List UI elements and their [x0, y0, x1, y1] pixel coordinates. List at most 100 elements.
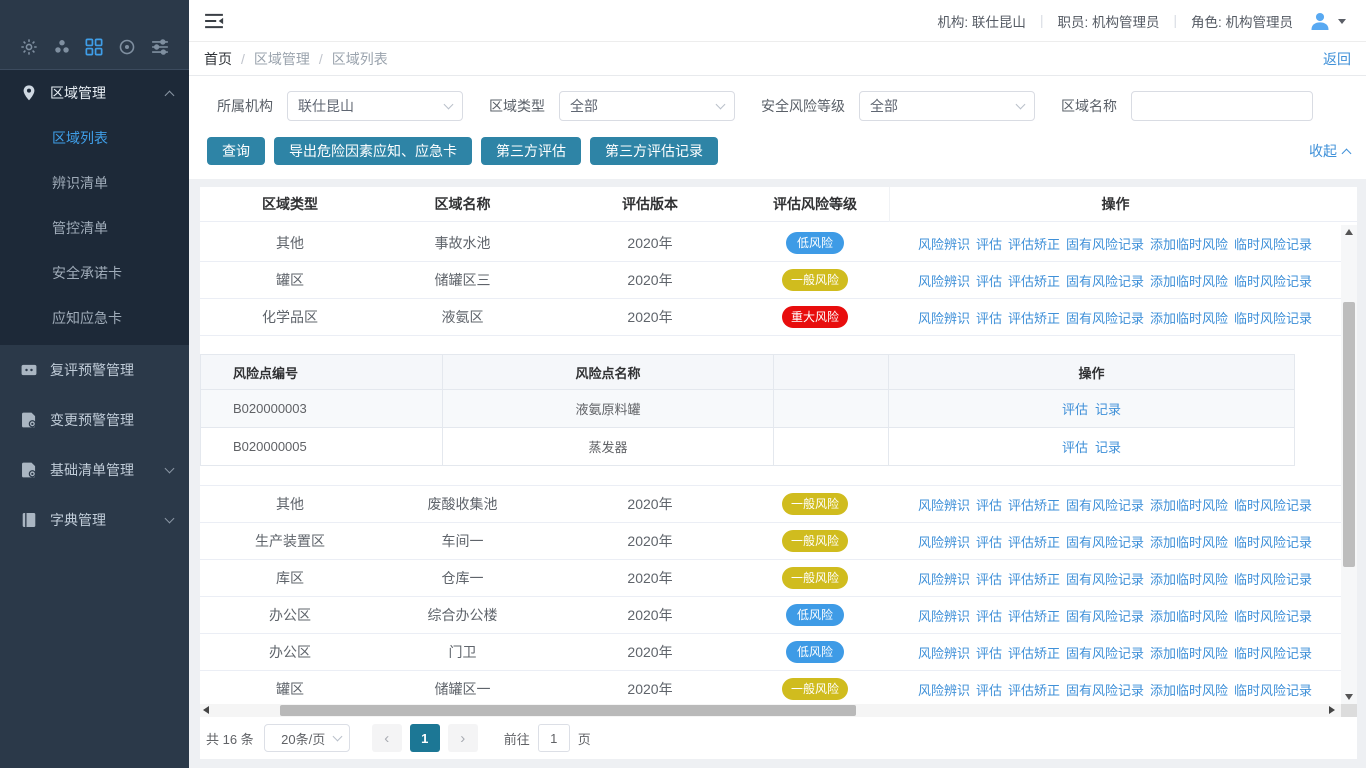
- collapse-toggle[interactable]: 收起: [1309, 141, 1350, 161]
- op-link-risk-identify[interactable]: 风险辨识: [918, 271, 970, 290]
- op-link-risk-identify[interactable]: 风险辨识: [918, 606, 970, 625]
- op-link-eval-correct[interactable]: 评估矫正: [1008, 308, 1060, 327]
- op-link-evaluate[interactable]: 评估: [976, 271, 1002, 290]
- third-party-eval-record-button[interactable]: 第三方评估记录: [590, 137, 718, 165]
- op-link-temp-risk-record[interactable]: 临时风险记录: [1234, 569, 1312, 588]
- op-link-risk-identify[interactable]: 风险辨识: [918, 643, 970, 662]
- op-link-evaluate[interactable]: 评估: [976, 569, 1002, 588]
- op-link-eval-correct[interactable]: 评估矫正: [1008, 680, 1060, 699]
- op-link-inherent-risk-record[interactable]: 固有风险记录: [1066, 271, 1144, 290]
- op-link-temp-risk-record[interactable]: 临时风险记录: [1234, 271, 1312, 290]
- op-link-temp-risk-record[interactable]: 临时风险记录: [1234, 234, 1312, 253]
- op-link-inherent-risk-record[interactable]: 固有风险记录: [1066, 234, 1144, 253]
- op-link-add-temp-risk[interactable]: 添加临时风险: [1150, 308, 1228, 327]
- op-link-evaluate[interactable]: 评估: [976, 606, 1002, 625]
- risk-level-select[interactable]: 全部: [859, 91, 1035, 121]
- vertical-scrollbar-thumb[interactable]: [1343, 302, 1355, 567]
- op-link-inherent-risk-record[interactable]: 固有风险记录: [1066, 308, 1144, 327]
- op-link-risk-identify[interactable]: 风险辨识: [918, 569, 970, 588]
- sidebar-item-identify-list[interactable]: 辨识清单: [0, 161, 189, 206]
- current-page-button[interactable]: 1: [410, 724, 440, 752]
- op-link-inherent-risk-record[interactable]: 固有风险记录: [1066, 532, 1144, 551]
- op-link-evaluate[interactable]: 评估: [976, 234, 1002, 253]
- op-link-record[interactable]: 记录: [1095, 399, 1121, 418]
- op-link-temp-risk-record[interactable]: 临时风险记录: [1234, 606, 1312, 625]
- scroll-right-arrow-icon[interactable]: [1329, 706, 1335, 714]
- sliders-icon[interactable]: [150, 37, 170, 57]
- op-link-risk-identify[interactable]: 风险辨识: [918, 308, 970, 327]
- op-link-risk-identify[interactable]: 风险辨识: [918, 234, 970, 253]
- op-link-evaluate[interactable]: 评估: [976, 308, 1002, 327]
- op-link-inherent-risk-record[interactable]: 固有风险记录: [1066, 606, 1144, 625]
- region-type-select[interactable]: 全部: [559, 91, 735, 121]
- op-link-evaluate[interactable]: 评估: [976, 495, 1002, 514]
- avatar[interactable]: [1309, 10, 1331, 32]
- gear-icon[interactable]: [19, 37, 39, 57]
- op-link-add-temp-risk[interactable]: 添加临时风险: [1150, 271, 1228, 290]
- op-link-temp-risk-record[interactable]: 临时风险记录: [1234, 643, 1312, 662]
- fan-icon[interactable]: [52, 37, 72, 57]
- op-link-add-temp-risk[interactable]: 添加临时风险: [1150, 234, 1228, 253]
- horizontal-scrollbar-thumb[interactable]: [280, 705, 856, 716]
- sidebar-item-dictionary[interactable]: 字典管理: [0, 495, 189, 545]
- op-link-add-temp-risk[interactable]: 添加临时风险: [1150, 680, 1228, 699]
- op-link-add-temp-risk[interactable]: 添加临时风险: [1150, 532, 1228, 551]
- scroll-up-arrow-icon[interactable]: [1341, 225, 1357, 239]
- query-button[interactable]: 查询: [207, 137, 265, 165]
- op-link-temp-risk-record[interactable]: 临时风险记录: [1234, 308, 1312, 327]
- op-link-add-temp-risk[interactable]: 添加临时风险: [1150, 569, 1228, 588]
- op-link-add-temp-risk[interactable]: 添加临时风险: [1150, 495, 1228, 514]
- sidebar-item-base-list[interactable]: 基础清单管理: [0, 445, 189, 495]
- op-link-record[interactable]: 记录: [1095, 437, 1121, 456]
- op-link-evaluate[interactable]: 评估: [976, 532, 1002, 551]
- op-link-eval-correct[interactable]: 评估矫正: [1008, 569, 1060, 588]
- op-link-evaluate[interactable]: 评估: [1062, 399, 1088, 418]
- op-link-evaluate[interactable]: 评估: [976, 643, 1002, 662]
- breadcrumb-home[interactable]: 首页: [204, 49, 232, 69]
- sidebar-item-region-management[interactable]: 区域管理: [0, 70, 189, 116]
- export-button[interactable]: 导出危险因素应知、应急卡: [274, 137, 472, 165]
- chevron-down-icon[interactable]: [1338, 19, 1346, 24]
- sidebar-item-review-warning[interactable]: 复评预警管理: [0, 345, 189, 395]
- op-link-risk-identify[interactable]: 风险辨识: [918, 680, 970, 699]
- vertical-scrollbar[interactable]: [1341, 225, 1357, 704]
- back-link[interactable]: 返回: [1323, 49, 1351, 69]
- target-icon[interactable]: [117, 37, 137, 57]
- op-link-eval-correct[interactable]: 评估矫正: [1008, 606, 1060, 625]
- op-link-temp-risk-record[interactable]: 临时风险记录: [1234, 680, 1312, 699]
- op-link-risk-identify[interactable]: 风险辨识: [918, 495, 970, 514]
- menu-fold-icon[interactable]: [204, 13, 224, 29]
- prev-page-button[interactable]: ‹: [372, 724, 402, 752]
- op-link-temp-risk-record[interactable]: 临时风险记录: [1234, 495, 1312, 514]
- sidebar-item-safety-card[interactable]: 安全承诺卡: [0, 251, 189, 296]
- scroll-left-arrow-icon[interactable]: [203, 706, 209, 714]
- op-link-risk-identify[interactable]: 风险辨识: [918, 532, 970, 551]
- sidebar-item-emergency-card[interactable]: 应知应急卡: [0, 296, 189, 341]
- op-link-eval-correct[interactable]: 评估矫正: [1008, 495, 1060, 514]
- op-link-inherent-risk-record[interactable]: 固有风险记录: [1066, 495, 1144, 514]
- op-link-eval-correct[interactable]: 评估矫正: [1008, 643, 1060, 662]
- op-link-eval-correct[interactable]: 评估矫正: [1008, 271, 1060, 290]
- region-name-input[interactable]: [1131, 91, 1313, 121]
- third-party-eval-button[interactable]: 第三方评估: [481, 137, 581, 165]
- op-link-inherent-risk-record[interactable]: 固有风险记录: [1066, 680, 1144, 699]
- next-page-button[interactable]: ›: [448, 724, 478, 752]
- op-link-inherent-risk-record[interactable]: 固有风险记录: [1066, 643, 1144, 662]
- sidebar-item-region-list[interactable]: 区域列表: [0, 116, 189, 161]
- op-link-inherent-risk-record[interactable]: 固有风险记录: [1066, 569, 1144, 588]
- horizontal-scrollbar[interactable]: [200, 704, 1357, 717]
- op-link-eval-correct[interactable]: 评估矫正: [1008, 234, 1060, 253]
- org-select[interactable]: 联仕昆山: [287, 91, 463, 121]
- page-size-select[interactable]: 20条/页: [264, 724, 350, 752]
- op-link-eval-correct[interactable]: 评估矫正: [1008, 532, 1060, 551]
- op-link-evaluate[interactable]: 评估: [976, 680, 1002, 699]
- goto-page-input[interactable]: [538, 724, 570, 752]
- grid-icon[interactable]: [84, 37, 104, 57]
- op-link-add-temp-risk[interactable]: 添加临时风险: [1150, 606, 1228, 625]
- op-link-add-temp-risk[interactable]: 添加临时风险: [1150, 643, 1228, 662]
- op-link-temp-risk-record[interactable]: 临时风险记录: [1234, 532, 1312, 551]
- op-link-evaluate[interactable]: 评估: [1062, 437, 1088, 456]
- scroll-down-arrow-icon[interactable]: [1341, 690, 1357, 704]
- sidebar-item-change-warning[interactable]: 变更预警管理: [0, 395, 189, 445]
- sidebar-item-control-list[interactable]: 管控清单: [0, 206, 189, 251]
